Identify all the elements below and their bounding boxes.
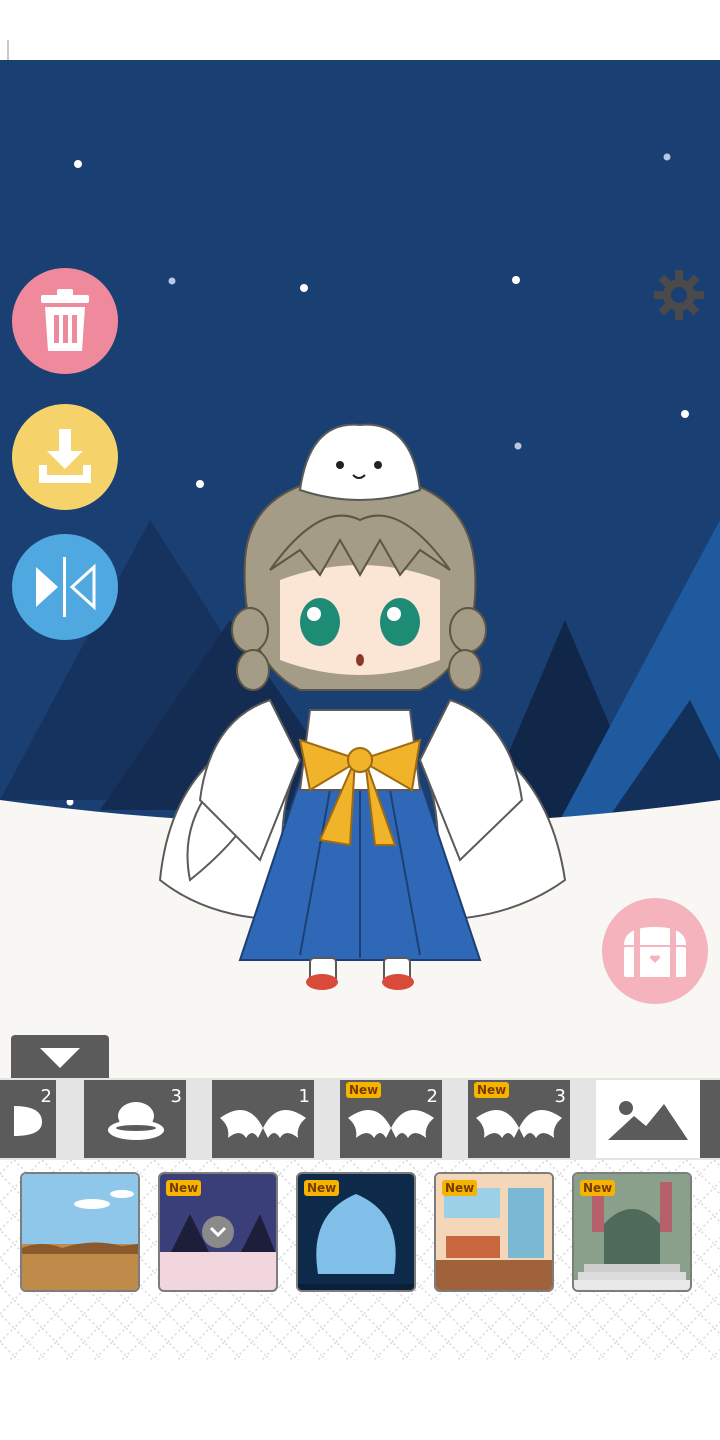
- background-thumb-desert[interactable]: [20, 1172, 140, 1292]
- gift-chest-button[interactable]: [602, 898, 708, 1004]
- mirror-flip-icon: [36, 557, 96, 617]
- download-icon: [39, 429, 91, 483]
- new-badge: New: [580, 1180, 616, 1196]
- flip-button[interactable]: [12, 534, 118, 640]
- category-tab-wings-1[interactable]: 1: [212, 1080, 314, 1158]
- trash-icon: [41, 289, 89, 351]
- selected-check: [202, 1216, 234, 1248]
- background-image-icon: [608, 1101, 688, 1140]
- settings-button[interactable]: [652, 268, 706, 322]
- chevron-down-icon: [209, 1226, 227, 1238]
- tab-count: 1: [298, 1086, 310, 1107]
- background-thumb-cafe[interactable]: New: [434, 1172, 554, 1292]
- collapse-panel-button[interactable]: [11, 1035, 109, 1081]
- bat-wings-icon: [220, 1110, 306, 1138]
- new-badge: New: [346, 1082, 382, 1098]
- tab-count: 3: [170, 1086, 182, 1107]
- bat-wings-icon: [348, 1110, 434, 1138]
- background-thumb-cave[interactable]: New: [296, 1172, 416, 1292]
- category-tab-wings-3[interactable]: New 3: [468, 1080, 570, 1158]
- category-tab-background[interactable]: [596, 1080, 700, 1158]
- tab-count: 2: [426, 1086, 438, 1107]
- new-badge: New: [442, 1180, 478, 1196]
- chibi-character[interactable]: [150, 360, 570, 990]
- status-bar: [0, 0, 720, 100]
- new-badge: New: [304, 1180, 340, 1196]
- background-thumb-snowy-night[interactable]: New: [158, 1172, 278, 1292]
- treasure-chest-icon: [624, 927, 686, 977]
- category-tab-hat[interactable]: 3: [84, 1080, 186, 1158]
- chevron-down-icon: [40, 1048, 80, 1068]
- gear-icon: [654, 270, 704, 320]
- tab-count: 3: [554, 1086, 566, 1107]
- category-tab-overflow: [700, 1080, 720, 1158]
- partial-item-icon: [14, 1106, 42, 1136]
- category-tab-partial[interactable]: 2: [0, 1080, 56, 1158]
- category-tab-wings-2[interactable]: New 2: [340, 1080, 442, 1158]
- delete-button[interactable]: [12, 268, 118, 374]
- seal-hat: [298, 423, 422, 501]
- tab-count: 2: [40, 1086, 52, 1107]
- save-button[interactable]: [12, 404, 118, 510]
- background-thumb-mansion[interactable]: New: [572, 1172, 692, 1292]
- new-badge: New: [474, 1082, 510, 1098]
- hat-icon: [108, 1102, 164, 1140]
- desert-thumbnail: [22, 1174, 138, 1290]
- new-badge: New: [166, 1180, 202, 1196]
- bat-wings-icon: [476, 1110, 562, 1138]
